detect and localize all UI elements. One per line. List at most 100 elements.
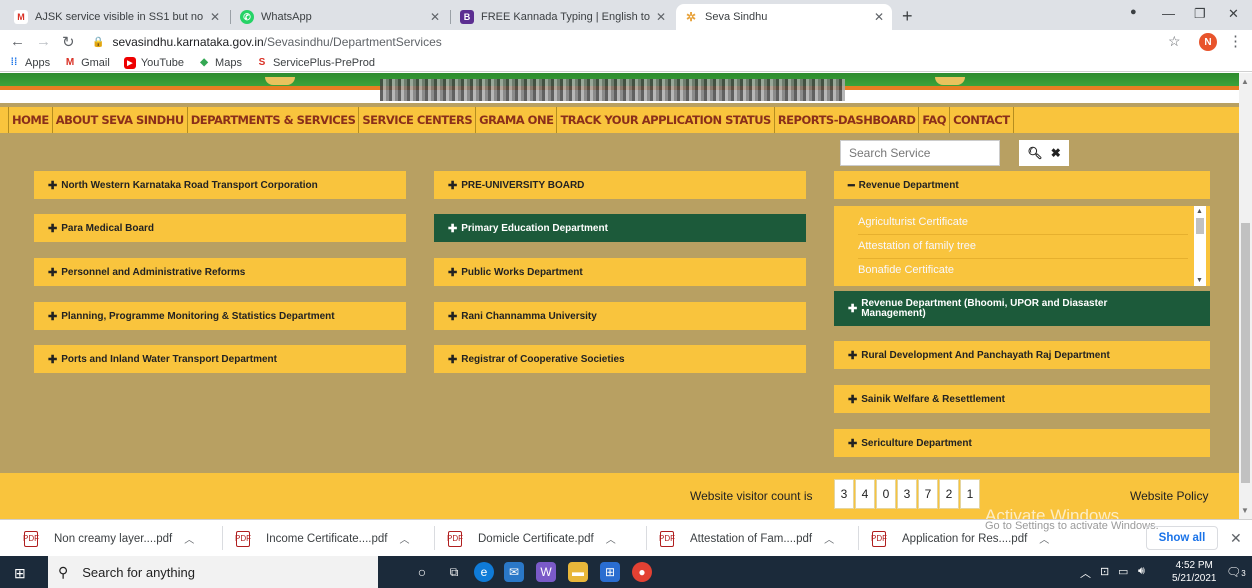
profile-avatar[interactable]: N (1199, 33, 1217, 51)
windows-start-icon[interactable]: ⊞ (14, 565, 26, 582)
tab-seva-sindhu[interactable]: ✲ Seva Sindhu ✕ (676, 4, 892, 30)
show-all-button[interactable]: Show all (1146, 526, 1218, 550)
service-link[interactable]: Bonafide Certificate (858, 264, 954, 276)
url-path: /Sevasindhu/DepartmentServices (263, 35, 442, 49)
close-icon[interactable]: ✕ (1230, 530, 1242, 547)
download-item[interactable]: PDF Attestation of Fam....pdf ︿ (659, 520, 834, 557)
dept-item[interactable]: ✚ Para Medical Board (34, 214, 406, 242)
tab-whatsapp[interactable]: ✆ WhatsApp ✕ (232, 4, 448, 30)
close-tab-icon[interactable]: ✕ (656, 10, 666, 24)
dept-item-hovered[interactable]: ✚ Primary Education Department (434, 214, 806, 242)
chevron-up-icon[interactable]: ︿ (184, 531, 194, 546)
search-icon: ⚲ (58, 563, 69, 580)
menu-track-status[interactable]: TRACK YOUR APPLICATION STATUS (557, 107, 775, 133)
search-service-input[interactable] (840, 140, 1000, 166)
restore-icon[interactable]: ❐ (1194, 6, 1206, 22)
minus-icon: ━ (848, 179, 855, 192)
cortana-icon[interactable]: ○ (412, 562, 432, 582)
new-tab-button[interactable]: + (902, 6, 913, 27)
website-policy-link[interactable]: Website Policy (1130, 489, 1208, 503)
bookmark-apps[interactable]: ⁞⁞ Apps (8, 57, 50, 69)
minimize-icon[interactable]: — (1162, 6, 1175, 21)
dept-item[interactable]: ✚ Personnel and Administrative Reforms (34, 258, 406, 286)
bookmark-serviceplus[interactable]: S ServicePlus-PreProd (256, 57, 375, 69)
menu-grama-one[interactable]: GRAMA ONE (476, 107, 558, 133)
chevron-up-icon[interactable]: ︿ (824, 531, 834, 546)
store-icon[interactable]: ⊞ (600, 562, 620, 582)
close-tab-icon[interactable]: ✕ (874, 10, 884, 24)
dept-item[interactable]: ✚ Ports and Inland Water Transport Depart… (34, 345, 406, 373)
bookmark-youtube[interactable]: ▶ YouTube (123, 56, 185, 69)
dept-label: Sericulture Department (861, 437, 972, 449)
counter-digit: 4 (855, 479, 875, 509)
dept-item[interactable]: ✚ Planning, Programme Monitoring & Statis… (34, 302, 406, 330)
file-explorer-icon[interactable]: ▬ (568, 562, 588, 582)
menu-home[interactable]: HOME (9, 107, 53, 133)
menu-icon[interactable]: ⋮ (1228, 32, 1243, 50)
tab-kannada-typing[interactable]: B FREE Kannada Typing | English to ✕ (452, 4, 674, 30)
dept-item[interactable]: ✚ Registrar of Cooperative Societies (434, 345, 806, 373)
service-link[interactable]: Attestation of family tree (858, 240, 976, 252)
chevron-up-icon[interactable]: ︿ (1039, 531, 1049, 546)
word-icon[interactable]: W (536, 562, 556, 582)
dept-item[interactable]: ✚ North Western Karnataka Road Transport … (34, 171, 406, 199)
reload-icon[interactable]: ↻ (62, 33, 75, 51)
task-view-icon[interactable]: ⧉ (444, 562, 464, 582)
counter-digit: 3 (834, 479, 854, 509)
menu-reports-dashboard[interactable]: REPORTS-DASHBOARD (775, 107, 920, 133)
dept-label: Sainik Welfare & Resettlement (861, 393, 1005, 405)
download-item[interactable]: PDF Domicle Certificate.pdf ︿ (447, 520, 616, 557)
close-window-icon[interactable]: ✕ (1228, 6, 1239, 22)
download-item[interactable]: PDF Application for Res....pdf ︿ (871, 520, 1049, 557)
dept-item[interactable]: ✚ Rani Channamma University (434, 302, 806, 330)
dept-item[interactable]: ✚ Public Works Department (434, 258, 806, 286)
clear-icon[interactable]: ✖ (1051, 146, 1061, 160)
system-clock[interactable]: 4:52 PM 5/21/2021 (1172, 559, 1217, 585)
chrome-icon[interactable]: ● (632, 562, 652, 582)
edge-icon[interactable]: e (474, 562, 494, 582)
dept-item[interactable]: ✚ PRE-UNIVERSITY BOARD (434, 171, 806, 199)
dept-item[interactable]: ✚ Rural Development And Panchayath Raj De… (834, 341, 1210, 369)
tray-chevron-icon[interactable]: ︿ (1080, 565, 1091, 581)
page-scrollbar[interactable]: ▲ ▼ (1239, 73, 1252, 519)
display-icon[interactable]: ▭ (1118, 565, 1128, 578)
dept-item[interactable]: ✚ Sericulture Department (834, 429, 1210, 457)
bookmark-label: YouTube (140, 56, 185, 69)
menu-about[interactable]: ABOUT SEVA SINDHU (53, 107, 188, 133)
bookmark-maps[interactable]: ◆ Maps (198, 57, 242, 69)
download-item[interactable]: PDF Non creamy layer....pdf ︿ (23, 520, 194, 557)
dept-label: Primary Education Department (461, 222, 608, 234)
menu-faq[interactable]: FAQ (919, 107, 951, 133)
download-filename: Non creamy layer....pdf (54, 532, 173, 545)
search-icon[interactable]: 🔍︎ (1027, 146, 1042, 160)
tab-ajsk[interactable]: M AJSK service visible in SS1 but no ✕ (6, 4, 228, 30)
forward-icon[interactable]: → (36, 33, 51, 50)
menu-departments[interactable]: DEPARTMENTS & SERVICES (188, 107, 360, 133)
dept-item-expanded[interactable]: ━ Revenue Department (834, 171, 1210, 199)
back-icon[interactable]: ← (10, 33, 25, 50)
address-bar[interactable]: 🔒 sevasindhu.karnataka.gov.in/Sevasindhu… (92, 32, 1192, 52)
dept-label: Public Works Department (461, 266, 583, 278)
services-scrollbar[interactable]: ▲ ▼ (1194, 206, 1206, 286)
service-link[interactable]: Agriculturist Certificate (858, 216, 968, 228)
bookmark-star-icon[interactable]: ☆ (1168, 33, 1181, 50)
dept-item[interactable]: ✚ Sainik Welfare & Resettlement (834, 385, 1210, 413)
bookmark-label: Maps (215, 56, 242, 69)
dept-item[interactable]: ✚ Revenue Department (Bhoomi, UPOR and Di… (834, 291, 1210, 326)
chevron-up-icon[interactable]: ︿ (606, 531, 616, 546)
volume-icon[interactable]: 🔊︎ (1138, 565, 1145, 578)
chevron-up-icon[interactable]: ︿ (399, 531, 409, 546)
bookmark-gmail[interactable]: M Gmail (64, 57, 110, 69)
close-tab-icon[interactable]: ✕ (210, 10, 220, 24)
menu-service-centers[interactable]: SERVICE CENTERS (359, 107, 477, 133)
close-tab-icon[interactable]: ✕ (430, 10, 440, 24)
activate-windows-watermark: Activate Windows (985, 506, 1120, 519)
notification-icon[interactable]: 🗨︎3 (1226, 565, 1246, 579)
menu-contact[interactable]: CONTACT (950, 107, 1014, 133)
taskbar-search[interactable]: ⚲ Search for anything (48, 556, 378, 588)
mail-icon[interactable]: ✉ (504, 562, 524, 582)
dept-label: PRE-UNIVERSITY BOARD (461, 179, 585, 191)
network-icon[interactable]: ⊡ (1100, 565, 1109, 578)
tab-search-icon[interactable]: ● (1130, 6, 1137, 18)
download-item[interactable]: PDF Income Certificate....pdf ︿ (235, 520, 409, 557)
